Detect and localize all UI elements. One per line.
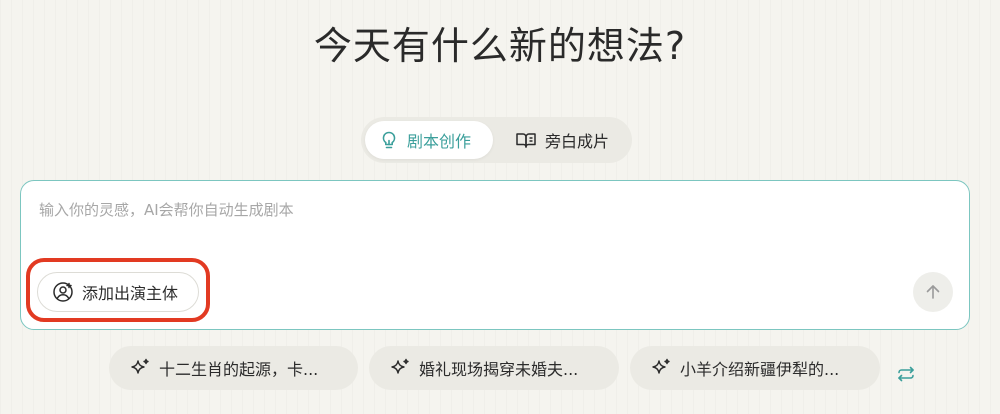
suggestion-chip[interactable]: 小羊介绍新疆伊犁的... — [630, 346, 880, 390]
sparkle-icon — [650, 357, 672, 379]
tab-narration-video[interactable]: 旁白成片 — [501, 121, 623, 159]
add-cast-button[interactable]: 添加出演主体 — [37, 272, 199, 312]
tab-label: 剧本创作 — [407, 132, 472, 151]
mode-switch: 剧本创作 旁白成片 — [361, 117, 632, 163]
open-book-icon — [515, 130, 537, 150]
suggestion-label: 十二生肖的起源，卡... — [159, 360, 319, 379]
refresh-icon — [895, 363, 917, 385]
arrow-up-icon — [923, 282, 943, 302]
suggestion-label: 婚礼现场揭穿未婚夫... — [419, 360, 579, 379]
refresh-suggestions-button[interactable] — [893, 361, 919, 387]
tab-label: 旁白成片 — [545, 132, 610, 151]
send-button[interactable] — [913, 272, 953, 312]
tab-script-creation[interactable]: 剧本创作 — [365, 121, 493, 159]
suggestion-chip[interactable]: 婚礼现场揭穿未婚夫... — [369, 346, 619, 390]
add-person-icon — [52, 281, 74, 303]
suggestion-chip[interactable]: 十二生肖的起源，卡... — [109, 346, 358, 390]
page-title: 今天有什么新的想法? — [313, 24, 687, 68]
sparkle-icon — [389, 357, 411, 379]
add-cast-label: 添加出演主体 — [82, 284, 179, 303]
lightbulb-icon — [379, 130, 399, 150]
prompt-input[interactable] — [37, 197, 921, 241]
suggestion-label: 小羊介绍新疆伊犁的... — [680, 360, 840, 379]
sparkle-icon — [129, 357, 151, 379]
